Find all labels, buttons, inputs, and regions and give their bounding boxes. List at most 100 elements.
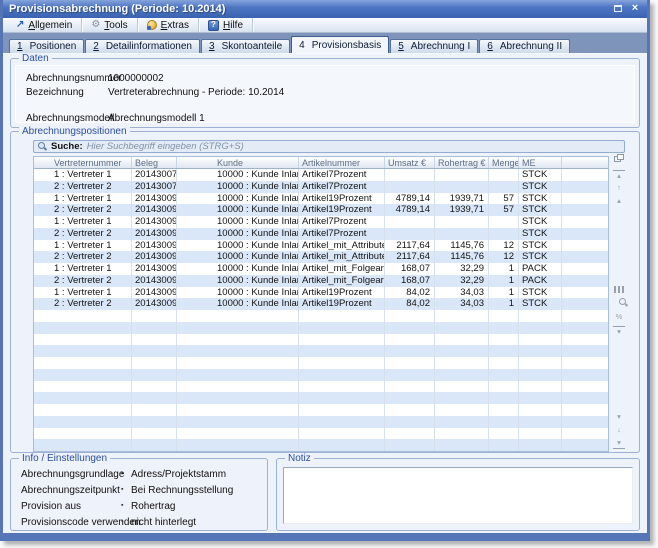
- cell-kunde: 10000 : Kunde Inland / Inlandsort: [177, 263, 299, 275]
- tab-abrechnung-1[interactable]: 5Abrechnung I: [390, 39, 478, 53]
- notiz-textarea[interactable]: [283, 467, 633, 524]
- cell-vertreternummer: 1 : Vertreter 1: [34, 216, 132, 228]
- tab-provisionsbasis[interactable]: 4Provisionsbasis: [291, 36, 389, 53]
- col-beleg[interactable]: Beleg: [132, 157, 177, 168]
- tab-detailinformationen[interactable]: 2Detailinformationen: [85, 39, 200, 53]
- titlebar[interactable]: Provisionsabrechnung (Periode: 10.2014) …: [3, 0, 647, 18]
- cell-rohertrag: [435, 416, 489, 428]
- table-row[interactable]: 1 : Vertreter 1 20143009 10000 : Kunde I…: [34, 240, 608, 252]
- table-row[interactable]: 2 : Vertreter 2 20143009 10000 : Kunde I…: [34, 298, 608, 310]
- cell-kunde: 10000 : Kunde Inland / Inlandsort: [177, 216, 299, 228]
- nav-next-icon[interactable]: ▾: [613, 412, 625, 423]
- tab-abrechnung-2[interactable]: 6Abrechnung II: [479, 39, 570, 53]
- tab-positionen[interactable]: 1Positionen: [9, 39, 84, 53]
- card-view-icon[interactable]: [613, 284, 625, 295]
- col-menge[interactable]: Menge: [489, 157, 519, 168]
- table-body[interactable]: 1 : Vertreter 1 20143007 10000 : Kunde I…: [34, 169, 608, 451]
- col-rohertrag[interactable]: Rohertrag €: [435, 157, 489, 168]
- table-row[interactable]: [34, 439, 608, 451]
- table-row[interactable]: 1 : Vertreter 1 20143009 10000 : Kunde I…: [34, 216, 608, 228]
- nav-first-icon[interactable]: ▴: [613, 170, 625, 181]
- cell-menge: 12: [489, 240, 519, 252]
- cell-rohertrag: 34,03: [435, 298, 489, 310]
- restore-button[interactable]: [612, 3, 624, 14]
- filter-icon[interactable]: ▾: [613, 326, 625, 337]
- cell-vertreternummer: 2 : Vertreter 2: [34, 251, 132, 263]
- bullet-icon: ▪: [121, 518, 123, 525]
- cell-artikelnummer: [299, 392, 385, 404]
- table-row[interactable]: [34, 322, 608, 334]
- table-row[interactable]: 2 : Vertreter 2 20143009 10000 : Kunde I…: [34, 251, 608, 263]
- cell-me: STCK: [519, 240, 562, 252]
- table-row[interactable]: 2 : Vertreter 2 20143009 10000 : Kunde I…: [34, 228, 608, 240]
- table-row[interactable]: 2 : Vertreter 2 20143009 10000 : Kunde I…: [34, 275, 608, 287]
- cell-rohertrag: [435, 369, 489, 381]
- col-vertreternummer[interactable]: Vertreternummer: [34, 157, 132, 168]
- menu-hilfe[interactable]: ? Hilfe: [199, 18, 253, 32]
- cell-artikelnummer: [299, 404, 385, 416]
- table-row[interactable]: [34, 334, 608, 346]
- cell-menge: 1: [489, 298, 519, 310]
- cell-artikelnummer: Artikel7Prozent: [299, 216, 385, 228]
- menu-extras-label: Extras: [161, 20, 189, 31]
- cell-vertreternummer: [34, 334, 132, 346]
- cell-artikelnummer: [299, 334, 385, 346]
- cell-beleg: [132, 416, 177, 428]
- cell-umsatz: [385, 310, 435, 322]
- cell-kunde: [177, 404, 299, 416]
- table-row[interactable]: [34, 428, 608, 440]
- table-row[interactable]: 1 : Vertreter 1 20143007 10000 : Kunde I…: [34, 169, 608, 181]
- cell-umsatz: [385, 228, 435, 240]
- col-umsatz[interactable]: Umsatz €: [385, 157, 435, 168]
- cell-umsatz: 4789,14: [385, 193, 435, 205]
- menu-allgemein[interactable]: ↗ Allgemein: [7, 18, 82, 32]
- info-value: nicht hinterlegt: [131, 517, 196, 528]
- gear-icon: ⚙: [91, 20, 100, 30]
- cell-filler: [562, 404, 608, 416]
- cell-kunde: [177, 381, 299, 393]
- table-header[interactable]: Vertreternummer Beleg Kunde Artikelnumme…: [34, 157, 608, 169]
- bullet-icon: ▪: [121, 470, 123, 477]
- cell-rohertrag: [435, 216, 489, 228]
- close-button[interactable]: ×: [629, 3, 641, 14]
- menu-extras[interactable]: Extras: [138, 18, 199, 32]
- cell-artikelnummer: Artikel_mit_Folgeartikel: [299, 263, 385, 275]
- table-row[interactable]: [34, 345, 608, 357]
- cell-rohertrag: [435, 228, 489, 240]
- table-row[interactable]: [34, 416, 608, 428]
- tab-skontoanteile[interactable]: 3Skontoanteile: [201, 39, 290, 53]
- menu-tools[interactable]: ⚙ Tools: [82, 18, 137, 32]
- search-input[interactable]: Suche: Hier Suchbegriff eingeben (STRG+S…: [33, 140, 625, 153]
- nav-last-icon[interactable]: ▾: [613, 438, 625, 449]
- cell-umsatz: [385, 345, 435, 357]
- nav-prev-icon[interactable]: ▴: [613, 196, 625, 207]
- table-row[interactable]: [34, 310, 608, 322]
- nav-page-up-icon[interactable]: ↑: [613, 183, 625, 194]
- table-row[interactable]: [34, 392, 608, 404]
- cell-artikelnummer: Artikel7Prozent: [299, 228, 385, 240]
- col-kunde[interactable]: Kunde: [177, 157, 299, 168]
- table-row[interactable]: 2 : Vertreter 2 20143007 10000 : Kunde I…: [34, 181, 608, 193]
- cell-filler: [562, 357, 608, 369]
- table-row[interactable]: 1 : Vertreter 1 20143009 10000 : Kunde I…: [34, 263, 608, 275]
- table-row[interactable]: [34, 381, 608, 393]
- table-row[interactable]: [34, 369, 608, 381]
- cell-beleg: 20143009: [132, 216, 177, 228]
- column-chooser-icon[interactable]: [613, 154, 625, 165]
- cell-rohertrag: [435, 322, 489, 334]
- percent-icon[interactable]: %: [613, 312, 625, 323]
- record-search-icon[interactable]: [613, 298, 625, 309]
- cell-umsatz: 168,07: [385, 275, 435, 287]
- cell-umsatz: [385, 181, 435, 193]
- table-row[interactable]: [34, 357, 608, 369]
- cell-artikelnummer: Artikel7Prozent: [299, 181, 385, 193]
- table-row[interactable]: 1 : Vertreter 1 20143009 10000 : Kunde I…: [34, 193, 608, 205]
- table-row[interactable]: 1 : Vertreter 1 20143009 10000 : Kunde I…: [34, 287, 608, 299]
- cell-filler: [562, 416, 608, 428]
- nav-page-down-icon[interactable]: ↓: [613, 425, 625, 436]
- col-artikelnummer[interactable]: Artikelnummer: [299, 157, 385, 168]
- col-me[interactable]: ME: [519, 157, 562, 168]
- table-row[interactable]: 2 : Vertreter 2 20143009 10000 : Kunde I…: [34, 204, 608, 216]
- table-row[interactable]: [34, 404, 608, 416]
- cell-me: [519, 428, 562, 440]
